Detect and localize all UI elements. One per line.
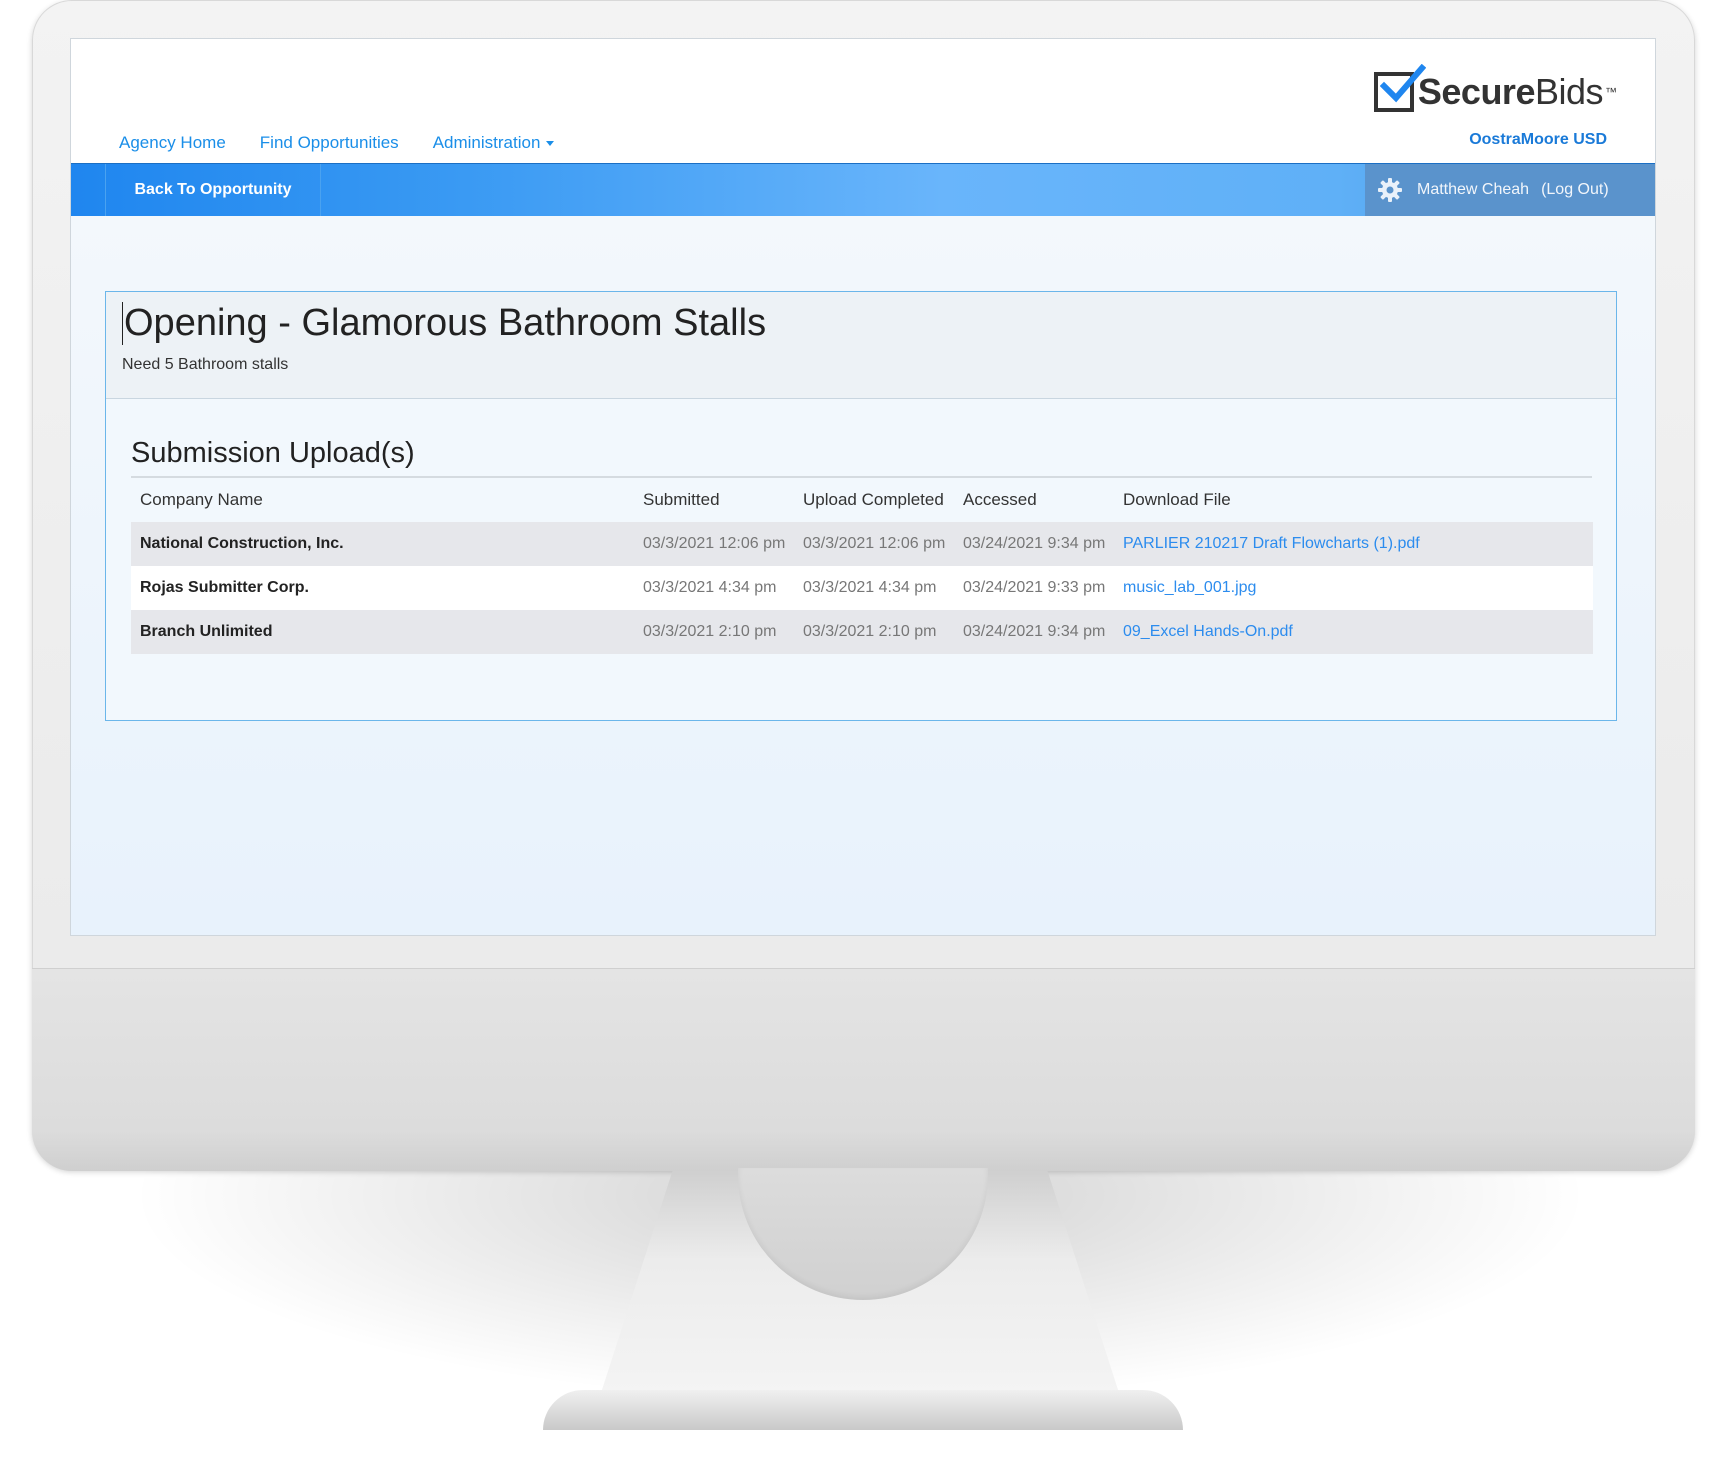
caret-down-icon: [546, 141, 555, 147]
section-title: Submission Upload(s): [131, 437, 1592, 478]
logo-text-light: Bids: [1534, 71, 1604, 112]
logo-text-bold: Secure: [1417, 71, 1536, 112]
table-row: Rojas Submitter Corp. 03/3/2021 4:34 pm …: [131, 566, 1593, 610]
logo-text: SecureBids: [1417, 71, 1604, 113]
logout-link[interactable]: (Log Out): [1541, 181, 1609, 199]
submitted-cell: 03/3/2021 4:34 pm: [634, 566, 794, 610]
app-header: Agency Home Find Opportunities Administr…: [71, 39, 1655, 163]
company-cell: Branch Unlimited: [131, 610, 634, 654]
monitor-chin: [32, 968, 1695, 1171]
column-header-accessed: Accessed: [963, 490, 1037, 509]
submitted-cell: 03/3/2021 2:10 pm: [634, 610, 794, 654]
stand-base: [543, 1390, 1183, 1430]
user-menu[interactable]: Matthew Cheah (Log Out): [1365, 164, 1655, 216]
table-header-row: Company Name Submitted Upload Completed …: [131, 478, 1593, 522]
completed-cell: 03/3/2021 2:10 pm: [794, 610, 954, 654]
download-file-link[interactable]: PARLIER 210217 Draft Flowcharts (1).pdf: [1114, 522, 1593, 566]
download-file-link[interactable]: 09_Excel Hands-On.pdf: [1114, 610, 1593, 654]
accessed-cell: 03/24/2021 9:34 pm: [954, 610, 1114, 654]
column-header-upload-completed: Upload Completed: [803, 490, 944, 509]
nav-find-opportunities[interactable]: Find Opportunities: [260, 133, 399, 153]
screen: Agency Home Find Opportunities Administr…: [70, 38, 1656, 936]
main-nav: Agency Home Find Opportunities Administr…: [119, 133, 555, 153]
agency-name: OostraMoore USD: [1469, 131, 1607, 148]
securebids-logo: SecureBids ™: [1373, 64, 1617, 113]
accessed-cell: 03/24/2021 9:34 pm: [954, 522, 1114, 566]
table-row: National Construction, Inc. 03/3/2021 12…: [131, 522, 1593, 566]
opening-card: Opening - Glamorous Bathroom Stalls Need…: [105, 291, 1617, 721]
completed-cell: 03/3/2021 4:34 pm: [794, 566, 954, 610]
user-name: Matthew Cheah: [1417, 181, 1530, 198]
nav-administration-label: Administration: [432, 133, 541, 152]
column-header-submitted: Submitted: [643, 490, 720, 509]
logo-trademark: ™: [1605, 85, 1617, 99]
column-header-company: Company Name: [140, 490, 263, 509]
submissions-table: Company Name Submitted Upload Completed …: [131, 478, 1593, 654]
submitted-cell: 03/3/2021 12:06 pm: [634, 522, 794, 566]
card-header: Opening - Glamorous Bathroom Stalls Need…: [106, 292, 1616, 399]
column-header-download-file: Download File: [1123, 490, 1231, 509]
download-file-link[interactable]: music_lab_001.jpg: [1114, 566, 1593, 610]
page-title: Opening - Glamorous Bathroom Stalls: [122, 302, 767, 345]
nav-agency-home[interactable]: Agency Home: [119, 133, 226, 153]
toolbar: Back To Opportunity Matthew Cheah (Log O…: [71, 163, 1655, 216]
back-to-opportunity-button[interactable]: Back To Opportunity: [105, 164, 321, 216]
page-subtitle: Need 5 Bathroom stalls: [122, 356, 289, 373]
company-cell: National Construction, Inc.: [131, 522, 634, 566]
company-cell: Rojas Submitter Corp.: [131, 566, 634, 610]
table-row: Branch Unlimited 03/3/2021 2:10 pm 03/3/…: [131, 610, 1593, 654]
checkbox-logo-icon: [1373, 64, 1426, 112]
accessed-cell: 03/24/2021 9:33 pm: [954, 566, 1114, 610]
nav-administration[interactable]: Administration: [433, 133, 555, 153]
gear-icon[interactable]: [1377, 177, 1403, 203]
completed-cell: 03/3/2021 12:06 pm: [794, 522, 954, 566]
